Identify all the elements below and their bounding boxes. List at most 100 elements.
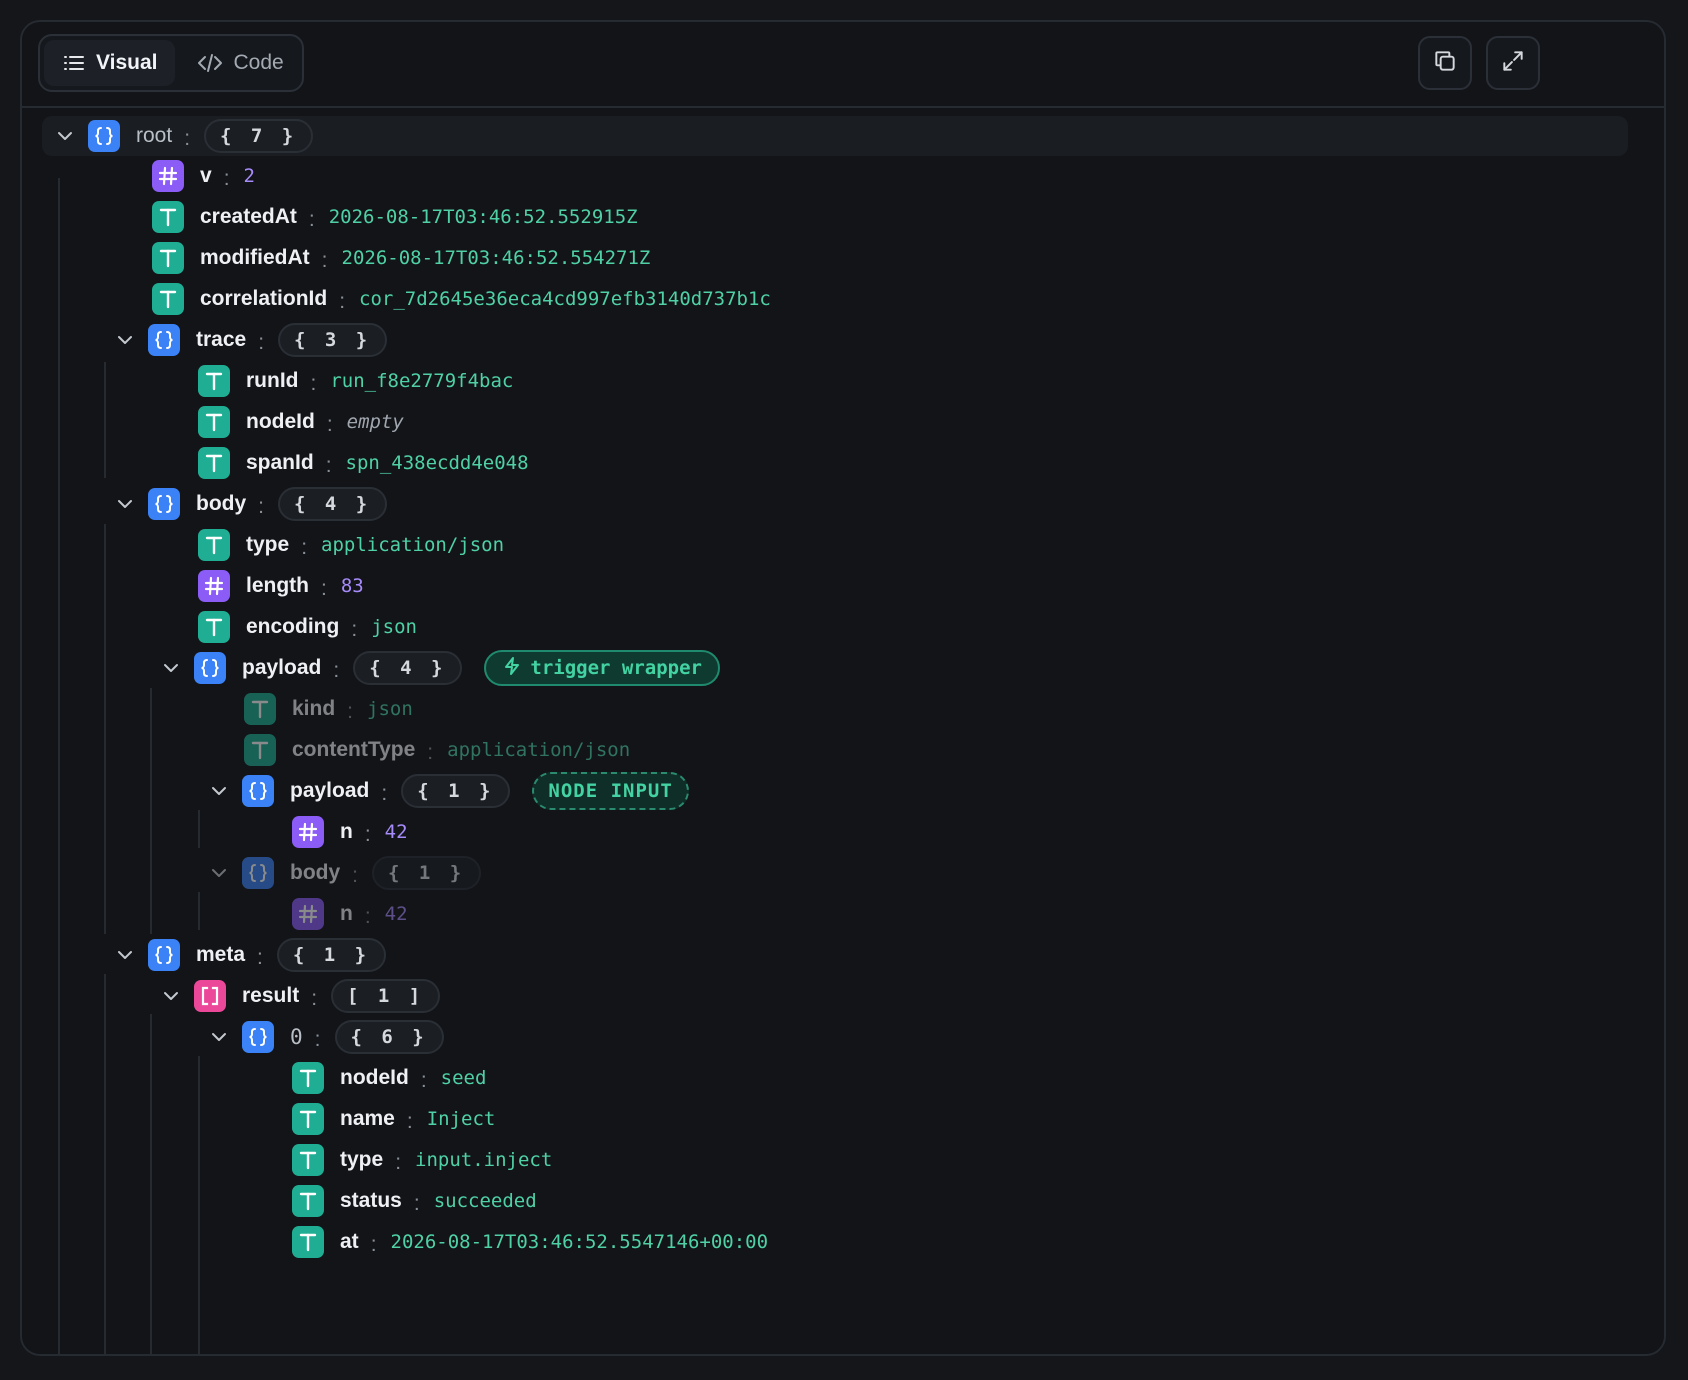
node-key: v — [200, 164, 212, 187]
tab-visual[interactable]: Visual — [44, 40, 176, 86]
chevron-down-icon[interactable] — [206, 860, 232, 886]
node-value[interactable]: succeeded — [434, 1190, 537, 1212]
string-type-icon — [244, 693, 276, 725]
node-value[interactable]: seed — [441, 1067, 487, 1089]
chevron-down-icon[interactable] — [112, 942, 138, 968]
tree-node-payload: payload : { 4 } trigger wrapper — [158, 650, 720, 686]
object-type-icon — [148, 488, 180, 520]
tree-leaf-n: n : 42 — [292, 814, 408, 850]
node-key: result — [242, 984, 300, 1007]
node-key: length — [246, 574, 309, 597]
copy-button[interactable] — [1418, 36, 1472, 90]
node-value[interactable]: 2026-08-17T03:46:52.5547146+00:00 — [391, 1231, 769, 1253]
node-value-empty[interactable]: empty — [347, 411, 404, 433]
chevron-down-icon[interactable] — [112, 327, 138, 353]
object-type-icon — [88, 120, 120, 152]
string-type-icon — [198, 529, 230, 561]
chevron-down-icon[interactable] — [206, 1024, 232, 1050]
code-icon — [197, 51, 223, 75]
node-key: kind — [292, 697, 336, 720]
child-count: { 1 } — [276, 938, 387, 972]
node-value[interactable]: cor_7d2645e36eca4cd997efb3140d737b1c — [359, 288, 771, 310]
object-type-icon — [194, 652, 226, 684]
tree-node-body: body : { 4 } — [112, 486, 388, 522]
string-type-icon — [292, 1226, 324, 1258]
number-type-icon — [292, 816, 324, 848]
string-type-icon — [292, 1062, 324, 1094]
node-value[interactable]: application/json — [447, 739, 630, 761]
tree-leaf-kind: kind : json — [244, 691, 413, 727]
json-viewer-panel: Visual Code root: {7} v: 2 createdAt… — [20, 20, 1666, 1356]
node-key: nodeId — [246, 410, 315, 433]
node-key: body — [196, 492, 247, 515]
expand-button[interactable] — [1486, 36, 1540, 90]
tree-guide-trace — [104, 362, 106, 478]
child-count: { 3 } — [278, 323, 388, 357]
node-key: contentType — [292, 738, 416, 761]
tree-leaf-correlationId: correlationId : cor_7d2645e36eca4cd997ef… — [152, 281, 771, 317]
tree-leaf-createdAt: createdAt : 2026-08-17T03:46:52.552915Z — [152, 199, 638, 235]
node-value[interactable]: 42 — [385, 821, 408, 843]
tree-node-inner-payload: payload : { 1 } NODE INPUT — [206, 772, 689, 810]
node-input-badge: NODE INPUT — [532, 772, 689, 810]
node-key: correlationId — [200, 287, 328, 310]
lightning-icon — [502, 656, 522, 681]
chevron-down-icon[interactable] — [52, 123, 78, 149]
tree-leaf-type: type : application/json — [198, 527, 504, 563]
tab-visual-label: Visual — [96, 51, 158, 74]
chevron-down-icon[interactable] — [158, 983, 184, 1009]
node-key: 0 — [290, 1025, 303, 1049]
string-type-icon — [198, 611, 230, 643]
trigger-wrapper-badge: trigger wrapper — [484, 650, 720, 686]
child-count: { 6 } — [334, 1020, 444, 1054]
node-key: status — [340, 1189, 402, 1212]
tree-guide-payload — [150, 688, 152, 934]
node-key: at — [340, 1230, 359, 1253]
tab-code[interactable]: Code — [179, 40, 301, 86]
string-type-icon — [198, 406, 230, 438]
node-value[interactable]: json — [367, 698, 413, 720]
tab-code-label: Code — [233, 51, 284, 74]
tree-node-trace: trace : { 3 } — [112, 322, 388, 358]
chevron-down-icon[interactable] — [206, 778, 232, 804]
node-value[interactable]: 2 — [244, 165, 255, 187]
tree-leaf-spanId: spanId : spn_438ecdd4e048 — [198, 445, 529, 481]
chevron-down-icon[interactable] — [158, 655, 184, 681]
tree-leaf-length: length : 83 — [198, 568, 364, 604]
object-type-icon — [148, 324, 180, 356]
node-value[interactable]: 2026-08-17T03:46:52.552915Z — [329, 206, 638, 228]
node-key: runId — [246, 369, 299, 392]
object-type-icon — [148, 939, 180, 971]
node-key: type — [340, 1148, 384, 1171]
node-value[interactable]: json — [371, 616, 417, 638]
node-value[interactable]: 42 — [385, 903, 408, 925]
tree-leaf-nodeId: nodeId : empty — [198, 404, 404, 440]
tree-node-meta: meta : { 1 } — [112, 937, 387, 973]
node-value[interactable]: spn_438ecdd4e048 — [346, 452, 529, 474]
object-type-icon — [242, 857, 274, 889]
node-key: n — [340, 902, 353, 925]
node-key: spanId — [246, 451, 314, 474]
chevron-down-icon[interactable] — [112, 491, 138, 517]
node-value[interactable]: input.inject — [415, 1149, 552, 1171]
string-type-icon — [198, 447, 230, 479]
child-count: { 4 } — [353, 651, 463, 685]
node-value[interactable]: application/json — [321, 534, 504, 556]
node-value[interactable]: 2026-08-17T03:46:52.554271Z — [342, 247, 651, 269]
string-type-icon — [198, 365, 230, 397]
string-type-icon — [152, 201, 184, 233]
tree-leaf-modifiedAt: modifiedAt : 2026-08-17T03:46:52.554271Z — [152, 240, 650, 276]
node-value[interactable]: run_f8e2779f4bac — [330, 370, 513, 392]
node-key: meta — [196, 943, 246, 966]
tree-node-result: result : [ 1 ] — [158, 978, 441, 1014]
child-count: [ 1 ] — [331, 979, 441, 1013]
child-count: { 1 } — [372, 856, 482, 890]
node-key: type — [246, 533, 290, 556]
tree-node-item-0: 0 : { 6 } — [206, 1019, 444, 1055]
node-value[interactable]: Inject — [427, 1108, 496, 1130]
view-mode-toggle: Visual Code — [38, 34, 304, 92]
node-value[interactable]: 83 — [341, 575, 364, 597]
tree-guide-body — [104, 524, 106, 934]
object-type-icon — [242, 775, 274, 807]
node-key: trace — [196, 328, 247, 351]
